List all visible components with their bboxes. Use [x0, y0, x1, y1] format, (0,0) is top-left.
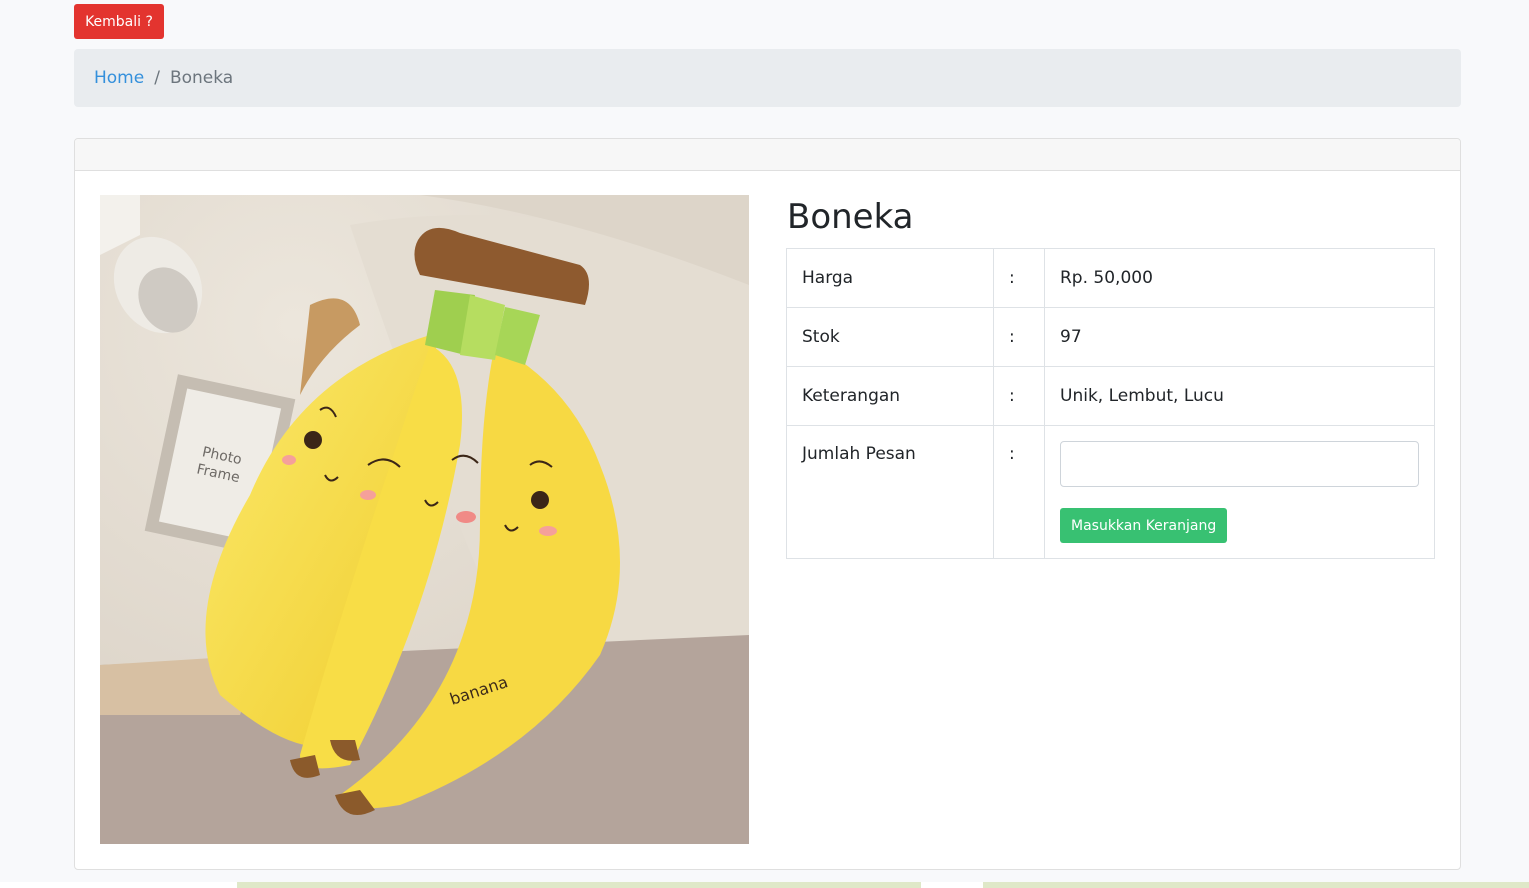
detail-label: Jumlah Pesan — [786, 425, 994, 559]
card-header — [75, 139, 1460, 171]
product-image: Photo Frame banana — [100, 195, 749, 844]
detail-colon: : — [993, 425, 1045, 559]
product-card: Photo Frame banana Boneka Harga: Rp. 50… — [74, 138, 1461, 870]
detail-value: Rp. 50,000 — [1044, 248, 1435, 308]
detail-label: Harga — [786, 248, 994, 308]
detail-colon: : — [993, 366, 1045, 426]
detail-row-harga: Harga : Rp. 50,000 — [786, 248, 1435, 308]
order-cell: Masukkan Keranjang — [1044, 425, 1435, 559]
detail-label: Stok — [786, 307, 994, 367]
detail-row-jumlah-pesan: Jumlah Pesan : Masukkan Keranjang — [786, 425, 1435, 559]
detail-colon: : — [993, 248, 1045, 308]
back-button[interactable]: Kembali ? — [74, 4, 164, 39]
detail-row-keterangan: Keterangan : Unik, Lembut, Lucu — [786, 366, 1435, 426]
product-title: Boneka — [787, 197, 914, 237]
add-to-cart-button[interactable]: Masukkan Keranjang — [1060, 508, 1228, 543]
bottom-strip — [0, 882, 1529, 888]
detail-label: Keterangan — [786, 366, 994, 426]
detail-value: 97 — [1044, 307, 1435, 367]
product-detail-table: Harga : Rp. 50,000 Stok : 97 Keterangan … — [786, 248, 1435, 559]
detail-colon: : — [993, 307, 1045, 367]
detail-row-stok: Stok : 97 — [786, 307, 1435, 367]
detail-value: Unik, Lembut, Lucu — [1044, 366, 1435, 426]
breadcrumb-separator: / — [154, 68, 160, 88]
quantity-input[interactable] — [1060, 441, 1419, 487]
breadcrumb: Home / Boneka — [74, 49, 1461, 107]
breadcrumb-home-link[interactable]: Home — [94, 68, 144, 88]
breadcrumb-current: Boneka — [169, 68, 234, 88]
